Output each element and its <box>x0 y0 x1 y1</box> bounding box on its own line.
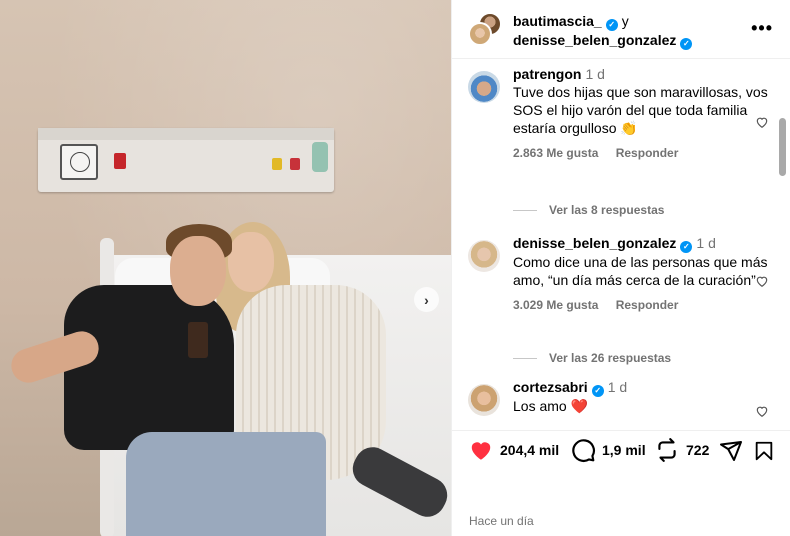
comment-text: Tuve dos hijas que son maravillosas, vos… <box>513 84 768 136</box>
verified-badge-icon: ✓ <box>680 38 693 50</box>
avatar[interactable] <box>468 384 500 416</box>
man-face <box>170 236 226 306</box>
repost-count[interactable]: 722 <box>686 442 709 458</box>
comment-text: Como dice una de las personas que más am… <box>513 254 768 288</box>
comment-meta: 2.863 Me gusta Responder <box>513 144 773 162</box>
author-avatars[interactable] <box>468 12 502 46</box>
like-button[interactable]: 204,4 mil <box>468 437 559 463</box>
reply-button[interactable]: Responder <box>616 146 679 160</box>
man-black-shirt <box>64 285 234 450</box>
comment-time[interactable]: 1 d <box>696 235 715 251</box>
red-valve <box>290 158 300 170</box>
carousel-next-button[interactable]: › <box>414 287 439 312</box>
verified-badge-icon: ✓ <box>680 241 693 253</box>
heart-icon[interactable] <box>755 115 769 129</box>
comment-icon <box>572 439 595 462</box>
comment-likes[interactable]: 3.029 Me gusta <box>513 298 598 312</box>
avatar[interactable] <box>468 22 492 46</box>
comment: cortezsabri ✓ 1 d Los amo ❤️ <box>468 378 773 418</box>
comment-button[interactable]: 1,9 mil <box>570 437 646 463</box>
verified-badge-icon: ✓ <box>605 19 618 31</box>
comment-count[interactable]: 1,9 mil <box>602 442 646 458</box>
yellow-socket <box>272 158 282 170</box>
pressure-gauge <box>60 144 98 180</box>
repost-button[interactable]: 722 <box>654 437 709 463</box>
comment-time[interactable]: 1 d <box>585 66 604 82</box>
comments-scrollbar[interactable] <box>779 118 786 176</box>
post-date: Hace un día <box>469 514 534 528</box>
share-icon[interactable] <box>719 439 743 463</box>
repost-icon <box>658 438 676 462</box>
verified-badge-icon: ✓ <box>591 385 604 397</box>
red-socket <box>114 153 126 169</box>
woman-face <box>228 232 274 292</box>
man-jeans <box>126 432 326 536</box>
view-replies-button[interactable]: Ver las 26 respuestas <box>513 351 671 365</box>
comment: denisse_belen_gonzalez ✓ 1 d Como dice una… <box>468 234 773 314</box>
save-icon[interactable] <box>753 440 775 462</box>
comment-time[interactable]: 1 d <box>608 379 627 395</box>
comment-text: Los amo ❤️ <box>513 398 589 414</box>
chevron-right-icon: › <box>424 291 429 308</box>
comments-list: patrengon 1 d Tuve dos hijas que son mara… <box>452 60 790 420</box>
heart-icon[interactable] <box>755 404 769 418</box>
comment-username[interactable]: denisse_belen_gonzalez <box>513 235 676 251</box>
mate-cup <box>188 322 208 358</box>
heart-icon <box>471 442 491 460</box>
like-count[interactable]: 204,4 mil <box>500 442 559 458</box>
avatar[interactable] <box>468 240 500 272</box>
post-sidebar: bautimascia_ ✓ y denisse_belen_gonzalez ✓ •… <box>451 0 790 536</box>
heart-icon[interactable] <box>755 274 769 288</box>
post-authors: bautimascia_ ✓ y denisse_belen_gonzalez ✓ <box>513 12 693 50</box>
post-photo[interactable]: › <box>0 0 451 536</box>
more-options-button[interactable]: ••• <box>751 18 773 39</box>
comment: patrengon 1 d Tuve dos hijas que son mara… <box>468 65 773 162</box>
comment-likes[interactable]: 2.863 Me gusta <box>513 146 598 160</box>
post-header: bautimascia_ ✓ y denisse_belen_gonzalez ✓ •… <box>452 0 790 59</box>
author-username[interactable]: bautimascia_ <box>513 13 602 29</box>
comment-username[interactable]: cortezsabri <box>513 379 588 395</box>
fluid-container <box>312 142 328 172</box>
author-username[interactable]: denisse_belen_gonzalez <box>513 32 676 48</box>
comment-meta: 3.029 Me gusta Responder <box>513 296 773 314</box>
reply-button[interactable]: Responder <box>616 298 679 312</box>
avatar[interactable] <box>468 71 500 103</box>
comment-username[interactable]: patrengon <box>513 66 581 82</box>
panel-strip <box>38 128 334 140</box>
and-label: y <box>621 13 629 29</box>
view-replies-button[interactable]: Ver las 8 respuestas <box>513 203 664 217</box>
post-actions: 204,4 mil 1,9 mil 722 <box>452 430 790 470</box>
